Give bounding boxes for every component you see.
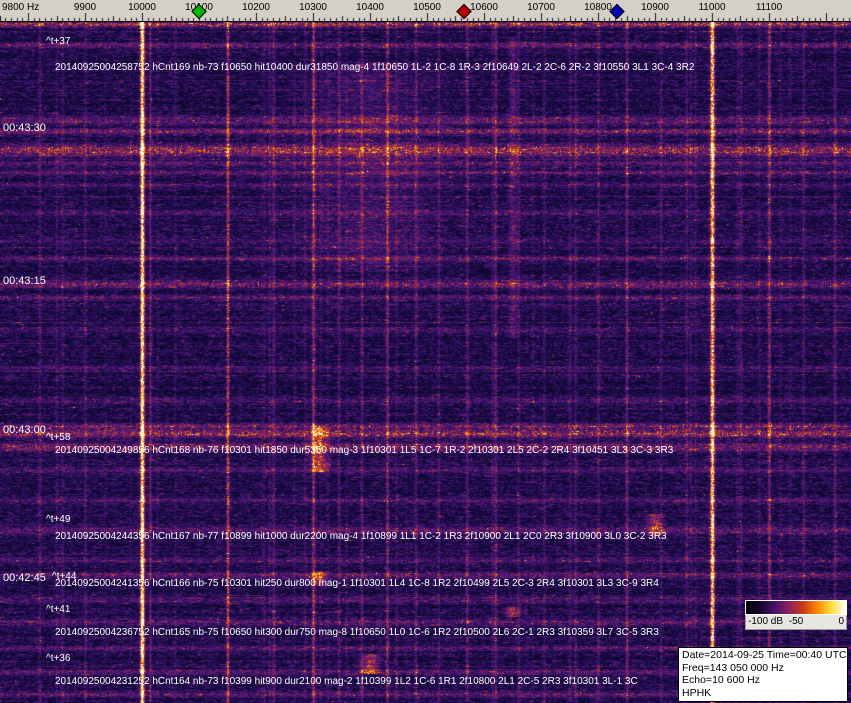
info-freq-line: Freq=143 050 000 Hz [682,661,784,674]
detection-tag: ^t+58 [46,432,71,443]
time-axis-label: 00:43:15 [3,275,46,287]
freq-scale-label: 10700 [527,2,555,13]
freq-scale-label: 10300 [299,2,327,13]
detection-data-line: 20140925004236752 hCnt165 nb-75 f10650 h… [55,627,659,638]
db-mid-label: -50 [788,616,804,627]
freq-scale-label: 10800 [584,2,612,13]
detection-tag: ^t+41 [46,604,71,615]
db-color-scale: -100 dB -50 0 [745,600,847,630]
freq-scale-label: 10600 [470,2,498,13]
waterfall-canvas[interactable] [0,22,851,703]
detection-tag: ^t+49 [46,514,71,525]
freq-scale-label: 10200 [242,2,270,13]
detection-tag: ^t+37 [46,36,71,47]
detection-data-line: 20140925004258752 hCnt169 nb-73 f10650 h… [55,62,695,73]
freq-scale-label: 10500 [413,2,441,13]
freq-scale-label: 9800 Hz [2,2,40,13]
info-observer-line: HPHK [682,686,712,699]
db-min-label: -100 dB [748,616,784,627]
time-axis-label: 00:43:00 [3,424,46,436]
freq-scale-label: 10400 [356,2,384,13]
freq-scale-label: 10900 [641,2,669,13]
frequency-scale[interactable]: 9800 Hz990010000101001020010300104001050… [0,0,851,22]
info-date-line: Date=2014-09-25 Time=00:40 UTC [682,649,847,661]
freq-scale-label: 9900 [73,2,97,13]
waterfall-display[interactable]: 9800 Hz990010000101001020010300104001050… [0,0,851,703]
db-scale-labels: -100 dB -50 0 [745,615,847,630]
detection-data-line: 20140925004241356 hCnt166 nb-75 f10301 h… [55,578,659,589]
detection-data-line: 20140925004249856 hCnt168 nb-76 f10301 h… [55,445,674,456]
freq-scale-label: 11000 [698,2,726,13]
time-axis-label: 00:42:45 [3,572,46,584]
db-max-label: 0 [838,616,844,627]
info-echo-line: Echo=10 600 Hz [682,674,760,686]
detection-tag: ^t+36 [46,653,71,664]
time-axis-label: 00:43:30 [3,122,46,134]
detection-data-line: 20140925004244356 hCnt167 nb-77 f10899 h… [55,531,667,542]
freq-scale-label: 10000 [128,2,156,13]
db-gradient-bar [745,600,847,615]
status-info-box: Date=2014-09-25 Time=00:40 UTC Freq=143 … [678,647,848,702]
scale-ticks [0,13,851,21]
freq-scale-label: 11100 [755,2,783,13]
detection-data-line: 20140925004231252 hCnt164 nb-73 f10399 h… [55,676,638,687]
